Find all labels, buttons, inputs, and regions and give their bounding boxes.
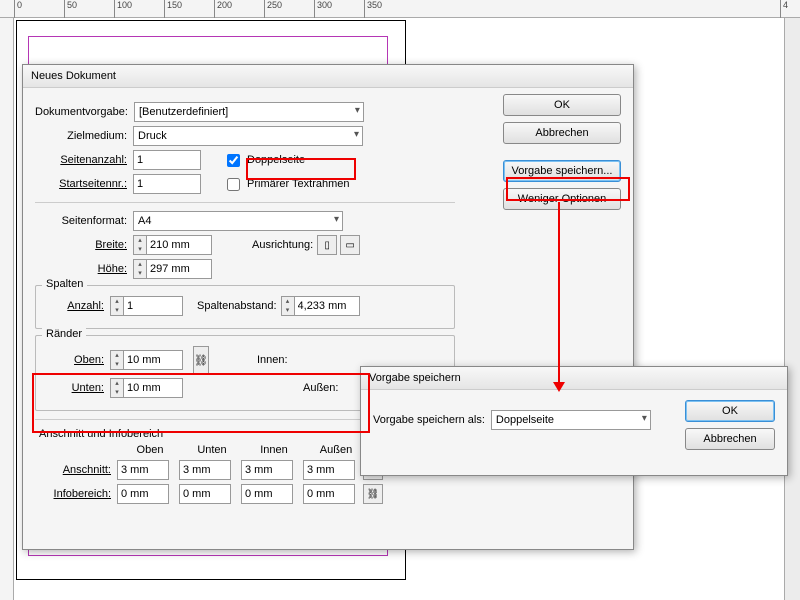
dialog-title: Neues Dokument xyxy=(23,65,633,88)
save-dialog-ok-button[interactable]: OK xyxy=(685,400,775,422)
ruler-tick: 250 xyxy=(264,0,282,18)
label-dokvorgabe: Dokumentvorgabe: xyxy=(35,106,134,118)
label-infobereich: Infobereich: xyxy=(35,488,117,500)
gutter-spinner[interactable]: ▴▾ xyxy=(281,296,360,316)
bleed-outer-input[interactable] xyxy=(303,460,355,480)
page-size-select[interactable]: A4 xyxy=(133,211,343,231)
ruler-tick: 350 xyxy=(364,0,382,18)
facing-pages-input[interactable] xyxy=(227,154,240,167)
link-slug-icon[interactable]: ⛓ xyxy=(363,484,383,504)
cancel-button[interactable]: Abbrechen xyxy=(503,122,621,144)
label-startseite: Startseitennr.: xyxy=(35,178,133,190)
width-spinner[interactable]: ▴▾ xyxy=(133,235,212,255)
label-breite: Breite: xyxy=(35,239,133,251)
columns-count-spinner[interactable]: ▴▾ xyxy=(110,296,183,316)
slug-bottom-input[interactable] xyxy=(179,484,231,504)
ruler-tick: 50 xyxy=(64,0,77,18)
save-preset-button[interactable]: Vorgabe speichern... xyxy=(503,160,621,182)
label-anzahl: Anzahl: xyxy=(44,300,110,312)
new-document-dialog: Neues Dokument OK Abbrechen Vorgabe spei… xyxy=(22,64,634,550)
label-save-as: Vorgabe speichern als: xyxy=(373,414,485,426)
orientation-landscape-icon[interactable]: ▭ xyxy=(340,235,360,255)
facing-pages-checkbox[interactable]: Doppelseite xyxy=(223,151,305,170)
label-spaltenabstand: Spaltenabstand: xyxy=(197,300,277,312)
ruler-tick: 300 xyxy=(314,0,332,18)
bleed-top-input[interactable] xyxy=(117,460,169,480)
label-oben: Oben: xyxy=(44,354,110,366)
height-spinner[interactable]: ▴▾ xyxy=(133,259,212,279)
margin-bottom-spinner[interactable]: ▴▾ xyxy=(110,378,183,398)
panel-dock[interactable] xyxy=(784,18,800,600)
vertical-ruler xyxy=(0,18,14,600)
label-anschnitt: Anschnitt: xyxy=(35,464,117,476)
primary-textframe-input[interactable] xyxy=(227,178,240,191)
columns-group: Spalten Anzahl: ▴▾ Spaltenabstand: ▴▾ xyxy=(35,285,455,329)
save-dialog-title: Vorgabe speichern xyxy=(361,367,787,390)
ruler-tick: 0 xyxy=(14,0,22,18)
slug-top-input[interactable] xyxy=(117,484,169,504)
bleed-inner-input[interactable] xyxy=(241,460,293,480)
slug-inner-input[interactable] xyxy=(241,484,293,504)
label-ausrichtung: Ausrichtung: xyxy=(252,239,313,251)
label-seitenanzahl: Seitenanzahl: xyxy=(35,154,133,166)
label-unten: Unten: xyxy=(44,382,110,394)
label-innen: Innen: xyxy=(257,354,288,366)
horizontal-ruler: 0 50 100 150 200 250 300 350 4 xyxy=(0,0,800,18)
bleed-bottom-input[interactable] xyxy=(179,460,231,480)
label-seitenformat: Seitenformat: xyxy=(35,215,133,227)
ruler-tick: 200 xyxy=(214,0,232,18)
label-zielmedium: Zielmedium: xyxy=(35,130,133,142)
slug-outer-input[interactable] xyxy=(303,484,355,504)
label-hoehe: Höhe: xyxy=(35,263,133,275)
start-page-input[interactable] xyxy=(133,174,201,194)
ok-button[interactable]: OK xyxy=(503,94,621,116)
margin-top-spinner[interactable]: ▴▾ xyxy=(110,350,183,370)
intent-select[interactable]: Druck xyxy=(133,126,363,146)
link-margins-icon[interactable]: ⛓ xyxy=(193,346,209,374)
ruler-tick: 100 xyxy=(114,0,132,18)
fewer-options-button[interactable]: Weniger Optionen xyxy=(503,188,621,210)
primary-textframe-checkbox[interactable]: Primärer Textrahmen xyxy=(223,175,350,194)
document-preset-select[interactable]: [Benutzerdefiniert] xyxy=(134,102,364,122)
preset-name-combo[interactable]: Doppelseite xyxy=(491,410,651,430)
orientation-portrait-icon[interactable]: ▯ xyxy=(317,235,337,255)
annotation-arrowhead xyxy=(553,382,565,392)
save-preset-dialog: Vorgabe speichern Vorgabe speichern als:… xyxy=(360,366,788,476)
ruler-tick: 4 xyxy=(780,0,788,18)
pages-input[interactable] xyxy=(133,150,201,170)
label-aussen: Außen: xyxy=(303,382,338,394)
save-dialog-cancel-button[interactable]: Abbrechen xyxy=(685,428,775,450)
annotation-arrow xyxy=(558,202,560,384)
ruler-tick: 150 xyxy=(164,0,182,18)
